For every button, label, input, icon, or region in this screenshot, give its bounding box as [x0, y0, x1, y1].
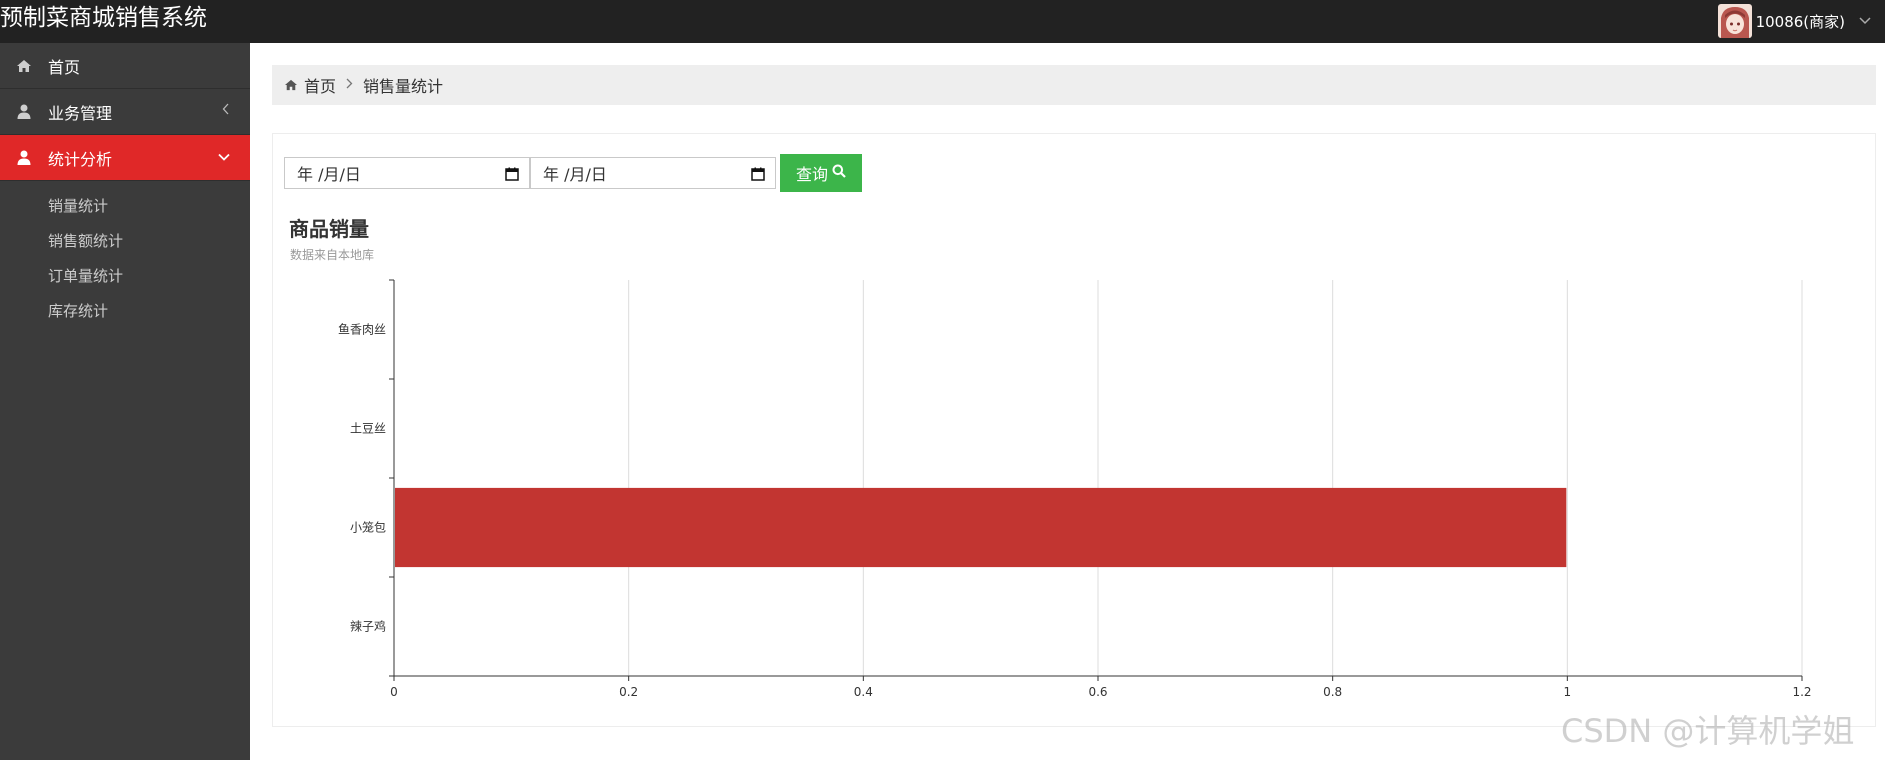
start-date-input[interactable]: 年 /月/日 [284, 157, 530, 189]
sidebar-item-label: 首页 [48, 57, 81, 77]
chart-subtitle: 数据来自本地库 [290, 248, 375, 262]
home-icon [0, 59, 48, 73]
x-tick-label: 1.2 [1792, 685, 1811, 699]
x-tick-label: 0 [390, 685, 398, 699]
y-tick-label: 土豆丝 [350, 422, 386, 436]
calendar-icon[interactable] [751, 166, 765, 185]
y-tick-label: 辣子鸡 [350, 619, 386, 634]
chevron-left-icon [222, 103, 230, 119]
avatar[interactable] [1717, 4, 1752, 38]
user-menu[interactable]: 10086(商家) [1717, 3, 1871, 39]
bar [395, 487, 1567, 568]
submenu-item-sales-amount[interactable]: 销售额统计 [0, 224, 250, 259]
user-icon [0, 150, 48, 165]
query-button[interactable]: 查询 [780, 154, 862, 192]
user-name: 10086(商家) [1755, 12, 1845, 31]
sidebar-item-business[interactable]: 业务管理 [0, 89, 250, 135]
x-tick-label: 0.8 [1323, 685, 1342, 699]
breadcrumb-current: 销售量统计 [363, 77, 444, 96]
sidebar-item-label: 业务管理 [48, 103, 113, 123]
submenu-item-inventory[interactable]: 库存统计 [0, 294, 250, 329]
x-tick-label: 0.2 [619, 685, 638, 699]
y-tick-label: 小笼包 [350, 520, 386, 535]
sales-bar-chart: 0 0.2 0.4 0.6 0.8 1 1.2 鱼香肉丝土豆丝小笼包辣子鸡 [338, 279, 1812, 699]
calendar-icon[interactable] [505, 166, 519, 185]
home-icon [284, 79, 298, 91]
submenu-item-order-count[interactable]: 订单量统计 [0, 259, 250, 294]
user-icon [0, 104, 48, 119]
end-date-value: 年 /月/日 [543, 165, 607, 184]
sidebar-item-label: 统计分析 [48, 149, 113, 169]
chart-title: 商品销量 [289, 217, 369, 241]
x-tick-label: 0.6 [1088, 685, 1107, 699]
chevron-down-icon [218, 149, 230, 165]
sidebar-item-home[interactable]: 首页 [0, 43, 250, 89]
breadcrumb: 首页 销售量统计 [272, 65, 1876, 105]
x-tick-label: 1 [1564, 685, 1572, 699]
sidebar: 首页 业务管理 统计分析 销量统计 销售额统计 订单量统计 库存统计 [0, 43, 250, 760]
app-title: 预制菜商城销售系统 [0, 5, 207, 31]
chevron-down-icon[interactable] [1859, 14, 1871, 28]
query-button-label: 查询 [795, 167, 828, 184]
y-tick-label: 鱼香肉丝 [338, 323, 386, 337]
chevron-right-icon [346, 78, 353, 93]
statistics-submenu: 销量统计 销售额统计 订单量统计 库存统计 [0, 181, 250, 329]
start-date-value: 年 /月/日 [297, 165, 361, 184]
submenu-item-sales-volume[interactable]: 销量统计 [0, 189, 250, 224]
sidebar-item-statistics[interactable]: 统计分析 [0, 135, 250, 181]
x-tick-label: 0.4 [854, 685, 873, 699]
watermark: CSDN @计算机学姐 [1561, 712, 1855, 750]
top-navbar: 预制菜商城销售系统 10086(商家) [0, 0, 1885, 43]
breadcrumb-home-link[interactable]: 首页 [304, 73, 336, 97]
search-icon [832, 164, 846, 183]
end-date-input[interactable]: 年 /月/日 [530, 157, 776, 189]
